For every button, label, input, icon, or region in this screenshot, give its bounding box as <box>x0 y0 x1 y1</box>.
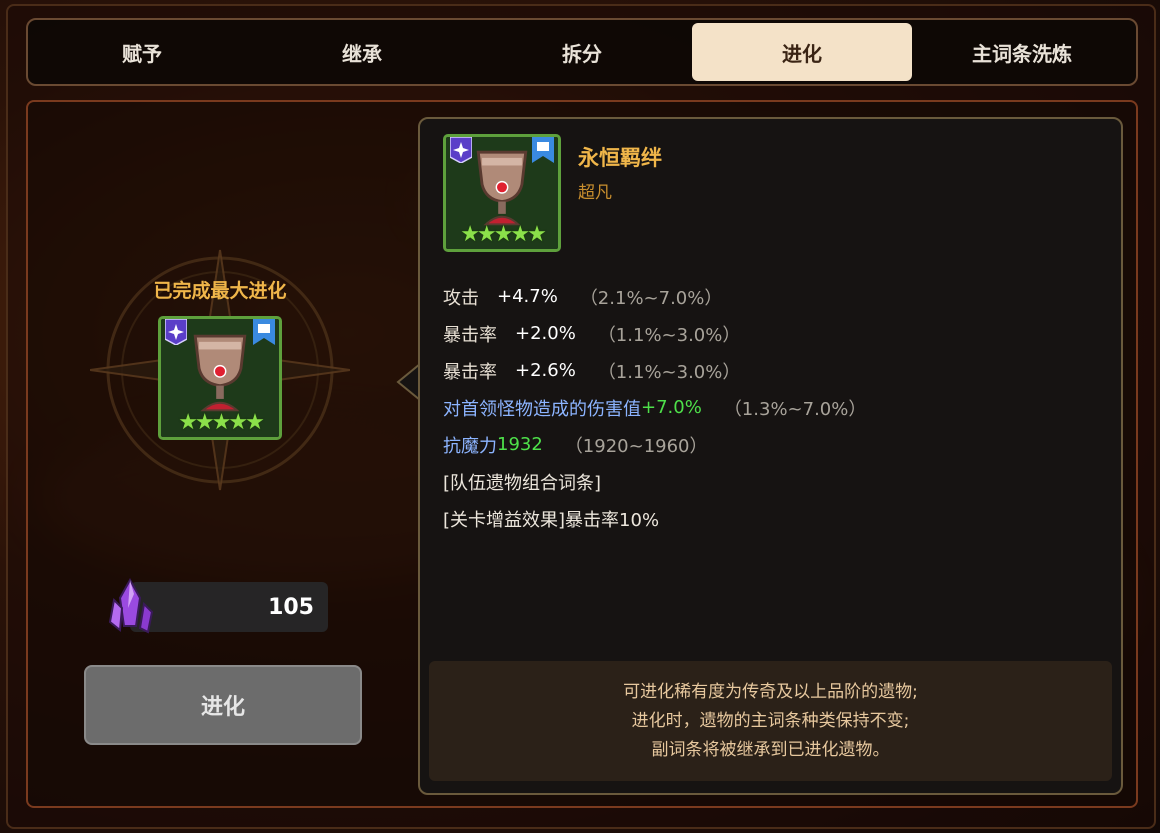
stat-value: +7.0% <box>641 397 702 418</box>
set-bonus-title: [队伍遗物组合词条] <box>443 463 1103 500</box>
note-line: 可进化稀有度为传奇及以上品阶的遗物; <box>623 681 918 702</box>
relic-detail-card: ★★★★★ <box>443 134 561 252</box>
stat-value: +4.7% <box>497 286 558 307</box>
stat-name: 对首领怪物造成的伤害值 <box>443 398 641 420</box>
stat-name: 抗魔力 <box>443 435 497 457</box>
note-line: 进化时，遗物的主词条种类保持不变; <box>631 710 910 731</box>
tab-main-stat-reroll[interactable]: 主词条洗炼 <box>912 23 1132 81</box>
stat-row: 抗魔力 1932 （1920~1960） <box>443 426 1103 463</box>
stat-row: 攻击 +4.7% （2.1%~7.0%） <box>443 278 1103 315</box>
tab-split[interactable]: 拆分 <box>472 23 692 81</box>
stat-name: 攻击 <box>443 287 479 309</box>
star-rating: ★★★★★ <box>460 222 547 247</box>
stat-value: 1932 <box>497 434 543 455</box>
stat-list: 攻击 +4.7% （2.1%~7.0%） 暴击率 +2.0% （1.1%~3.0… <box>443 278 1103 537</box>
stat-range: （2.1%~7.0%） <box>579 287 723 309</box>
stat-row: 暴击率 +2.6% （1.1%~3.0%） <box>443 352 1103 389</box>
evolve-button[interactable]: 进化 <box>84 665 362 745</box>
tab-enchant[interactable]: 赋予 <box>32 23 252 81</box>
stat-range: （1920~1960） <box>564 435 708 457</box>
rarity-badge-icon <box>165 319 187 345</box>
bookmark-icon <box>253 319 275 345</box>
set-bonus-title-text: [队伍遗物组合词条] <box>443 472 602 494</box>
evolution-note: 可进化稀有度为传奇及以上品阶的遗物; 进化时，遗物的主词条种类保持不变; 副词条… <box>429 661 1112 781</box>
crystal-amount: 105 <box>268 594 314 620</box>
bookmark-icon <box>532 137 554 163</box>
crystal-counter: 105 <box>130 582 328 632</box>
note-line: 副词条将被继承到已进化遗物。 <box>651 739 890 760</box>
tab-bar: 赋予 继承 拆分 进化 主词条洗炼 <box>26 18 1138 86</box>
stat-range: （1.3%~7.0%） <box>723 398 867 420</box>
max-evolution-label: 已完成最大进化 <box>153 280 287 302</box>
stat-value: +2.0% <box>515 323 576 344</box>
rarity-badge-icon <box>450 137 472 163</box>
stat-value: +2.6% <box>515 360 576 381</box>
relic-rarity: 超凡 <box>578 183 612 203</box>
stat-name: 暴击率 <box>443 361 497 383</box>
set-bonus-effect-text: [关卡增益效果]暴击率10% <box>443 509 660 531</box>
selected-relic-card[interactable]: ★★★★★ <box>158 316 282 440</box>
tab-inherit[interactable]: 继承 <box>252 23 472 81</box>
stat-name: 暴击率 <box>443 324 497 346</box>
purple-crystal-icon <box>108 578 154 634</box>
stat-range: （1.1%~3.0%） <box>597 324 741 346</box>
stat-range: （1.1%~3.0%） <box>597 361 741 383</box>
relic-name: 永恒羁绊 <box>578 146 662 170</box>
stat-row: 对首领怪物造成的伤害值 +7.0% （1.3%~7.0%） <box>443 389 1103 426</box>
tab-evolve[interactable]: 进化 <box>692 23 912 81</box>
star-rating: ★★★★★ <box>178 410 265 435</box>
set-bonus-effect: [关卡增益效果]暴击率10% <box>443 500 1103 537</box>
stat-row: 暴击率 +2.0% （1.1%~3.0%） <box>443 315 1103 352</box>
